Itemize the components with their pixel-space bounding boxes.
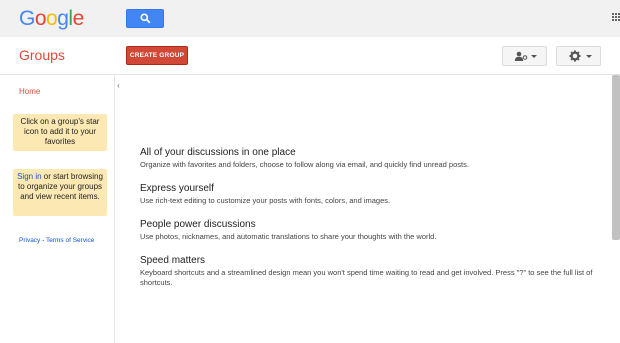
groups-toolbar: Groups CREATE GROUP xyxy=(0,37,620,75)
footer-links: Privacy - Terms of Service xyxy=(19,237,94,244)
logo-letter: o xyxy=(34,7,47,30)
page-title[interactable]: Groups xyxy=(19,47,65,63)
privacy-link[interactable]: Privacy xyxy=(19,237,40,244)
collapse-sidebar-button[interactable]: ‹ xyxy=(114,78,123,94)
google-logo[interactable]: Google xyxy=(19,7,84,31)
sidebar-item-home[interactable]: Home xyxy=(19,87,40,96)
feature-title: Speed matters xyxy=(140,255,206,266)
feature-block: Speed matters Keyboard shortcuts and a s… xyxy=(140,254,610,288)
create-group-button[interactable]: CREATE GROUP xyxy=(126,46,188,65)
settings-button[interactable] xyxy=(556,46,601,66)
sign-in-link[interactable]: Sign in xyxy=(17,172,41,181)
feature-description: Organize with favorites and folders, cho… xyxy=(140,160,469,169)
scrollbar-thumb[interactable] xyxy=(612,75,620,240)
sidebar: Home Click on a group's star icon to add… xyxy=(0,75,115,343)
terms-link[interactable]: Terms of Service xyxy=(46,237,94,244)
top-bar: Google xyxy=(0,0,620,37)
person-settings-button[interactable] xyxy=(502,46,547,66)
feature-block: Express yourself Use rich-text editing t… xyxy=(140,182,610,206)
feature-description: Use rich-text editing to customize your … xyxy=(140,196,391,205)
chevron-down-icon xyxy=(531,55,537,58)
search-icon xyxy=(140,13,151,24)
chevron-down-icon xyxy=(586,55,592,58)
main-content: All of your discussions in one place Org… xyxy=(140,146,610,289)
feature-description: Keyboard shortcuts and a streamlined des… xyxy=(140,268,593,287)
favorites-tip: Click on a group's star icon to add it t… xyxy=(13,114,107,151)
logo-letter: o xyxy=(46,7,58,30)
feature-title: All of your discussions in one place xyxy=(140,147,296,158)
feature-block: All of your discussions in one place Org… xyxy=(140,146,610,170)
sign-in-tip: Sign in or start browsing to organize yo… xyxy=(13,169,107,216)
feature-title: Express yourself xyxy=(140,183,214,194)
logo-letter: e xyxy=(72,7,85,30)
feature-title: People power discussions xyxy=(140,219,256,230)
feature-description: Use photos, nicknames, and automatic tra… xyxy=(140,232,437,241)
feature-block: People power discussions Use photos, nic… xyxy=(140,218,610,242)
logo-letter: g xyxy=(57,7,69,30)
logo-letter: G xyxy=(19,7,35,30)
search-button[interactable] xyxy=(126,9,164,28)
gear-icon xyxy=(569,50,581,62)
person-settings-icon xyxy=(514,51,528,61)
apps-grid-icon[interactable] xyxy=(612,13,620,23)
